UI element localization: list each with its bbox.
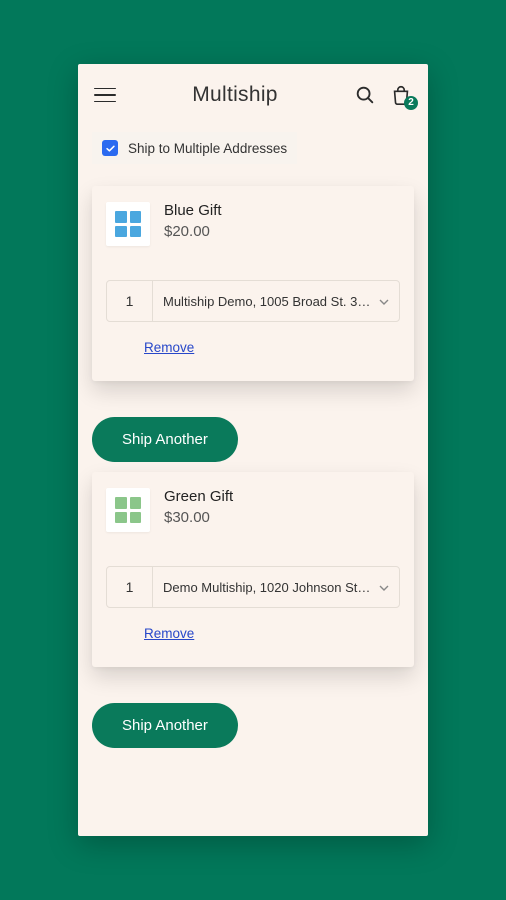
address-select[interactable]: Demo Multiship, 1020 Johnson St.,… <box>153 567 399 607</box>
ship-another-button[interactable]: Ship Another <box>92 417 238 462</box>
product-row: Blue Gift $20.00 <box>106 202 400 246</box>
app-frame: Multiship 2 Ship to Multiple Addresses <box>78 64 428 836</box>
address-text: Demo Multiship, 1020 Johnson St.,… <box>163 580 371 595</box>
product-price: $30.00 <box>164 509 233 526</box>
address-text: Multiship Demo, 1005 Broad St. 30… <box>163 294 371 309</box>
product-name: Blue Gift <box>164 202 222 219</box>
remove-link[interactable]: Remove <box>144 340 194 355</box>
quantity-field[interactable]: 1 <box>107 281 153 321</box>
bag-count-badge: 2 <box>404 96 418 110</box>
product-info: Green Gift $30.00 <box>164 488 233 532</box>
chevron-down-icon <box>379 292 389 310</box>
page-title: Multiship <box>126 83 344 107</box>
chevron-down-icon <box>379 578 389 596</box>
shipment-row: 1 Demo Multiship, 1020 Johnson St.,… <box>106 566 400 608</box>
cart-item-card: Green Gift $30.00 1 Demo Multiship, 1020… <box>92 472 414 667</box>
bag-icon[interactable]: 2 <box>390 84 412 106</box>
ship-another-button[interactable]: Ship Another <box>92 703 238 748</box>
address-select[interactable]: Multiship Demo, 1005 Broad St. 30… <box>153 281 399 321</box>
product-price: $20.00 <box>164 223 222 240</box>
header: Multiship 2 <box>78 64 428 126</box>
menu-icon[interactable] <box>94 84 116 106</box>
multiship-checkbox[interactable] <box>102 140 118 156</box>
quantity-field[interactable]: 1 <box>107 567 153 607</box>
remove-link[interactable]: Remove <box>144 626 194 641</box>
product-name: Green Gift <box>164 488 233 505</box>
content: Ship to Multiple Addresses Blue Gift $20… <box>78 126 428 836</box>
cart-item-card: Blue Gift $20.00 1 Multiship Demo, 1005 … <box>92 186 414 381</box>
multiship-toggle-label: Ship to Multiple Addresses <box>128 141 287 156</box>
product-thumbnail <box>106 488 150 532</box>
product-thumbnail <box>106 202 150 246</box>
product-info: Blue Gift $20.00 <box>164 202 222 246</box>
search-icon[interactable] <box>354 84 376 106</box>
product-row: Green Gift $30.00 <box>106 488 400 532</box>
multiship-toggle-row: Ship to Multiple Addresses <box>92 132 297 164</box>
header-actions: 2 <box>354 84 412 106</box>
shipment-row: 1 Multiship Demo, 1005 Broad St. 30… <box>106 280 400 322</box>
